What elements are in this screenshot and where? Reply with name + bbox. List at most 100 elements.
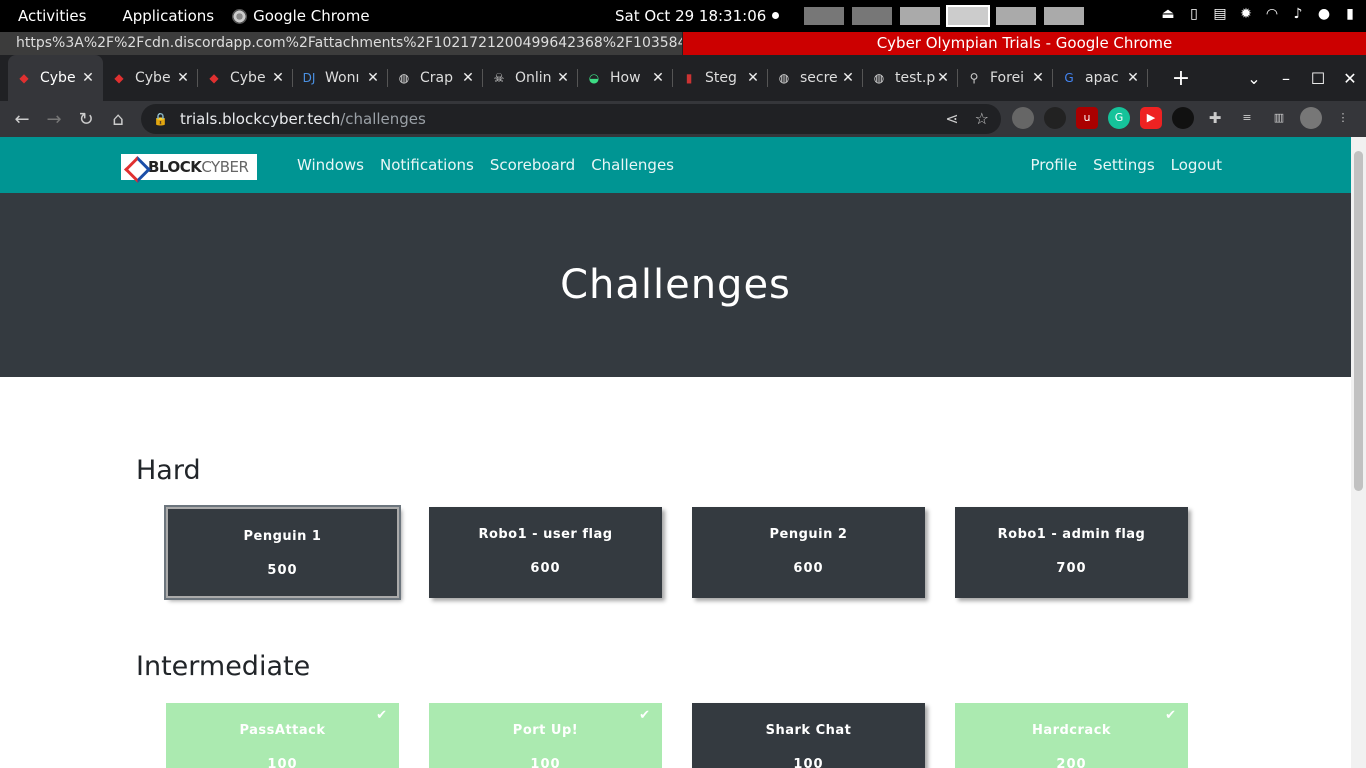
challenge-grid-hard: Penguin 1 500 Robo1 - user flag 600 Penguin … [164,505,1188,600]
workspace-5[interactable] [996,7,1036,25]
tab-close-icon[interactable]: ✕ [651,70,665,86]
clipboard-icon[interactable]: ▯ [1186,6,1202,22]
video-extension-icon[interactable]: ▶ [1140,107,1162,129]
tab-close-icon[interactable]: ✕ [556,70,570,86]
github-extension-icon[interactable] [1172,107,1194,129]
tab-strip: ◆ Cybe ✕ ◆ Cybe ✕ ◆ Cybe ✕ DJ Wonı ✕ ◍ Crap ✕ ☠ Onlin ✕ ◒ H… [0,55,1366,101]
reload-icon[interactable]: ↻ [70,109,102,130]
challenge-name: Penguin 1 [243,529,322,544]
globe-icon: ◍ [778,71,790,85]
layout-icon[interactable]: ▤ [1212,6,1228,22]
eject-icon[interactable]: ⏏ [1160,6,1176,22]
home-icon[interactable]: ⌂ [102,109,134,130]
workspace-6[interactable] [1044,7,1084,25]
profile-avatar[interactable] [1300,107,1322,129]
side-panel-icon[interactable]: ▥ [1268,107,1290,129]
challenge-card[interactable]: Port Up! 100 ✔ [429,703,662,768]
tab-1[interactable]: ◆ Cybe ✕ [103,55,198,101]
minimize-icon[interactable]: – [1270,69,1302,88]
microphone-icon[interactable]: ● [1316,6,1332,22]
new-tab-button[interactable]: + [1166,66,1196,91]
tab-3[interactable]: DJ Wonı ✕ [293,55,388,101]
workspace-4-active[interactable] [946,5,990,27]
tab-close-icon[interactable]: ✕ [271,70,285,86]
page-scrollbar[interactable] [1351,137,1366,768]
activities-button[interactable]: Activities [0,7,104,25]
nav-windows[interactable]: Windows [289,156,372,174]
shield-extension-icon[interactable] [1012,107,1034,129]
tab-close-icon[interactable]: ✕ [81,70,95,86]
workspace-1[interactable] [804,7,844,25]
nav-challenges[interactable]: Challenges [583,156,682,174]
tab-9[interactable]: ◍ test.p ✕ [863,55,958,101]
app-menu[interactable]: Google Chrome [232,7,388,25]
back-icon[interactable]: ← [6,109,38,130]
nav-notifications[interactable]: Notifications [372,156,482,174]
grammarly-icon[interactable]: G [1108,107,1130,129]
challenge-card[interactable]: Robo1 - admin flag 700 [955,507,1188,598]
tab-10[interactable]: ⚲ Forei ✕ [958,55,1053,101]
challenge-card[interactable]: Penguin 1 500 [164,505,401,600]
tab-title: test.p [895,70,936,86]
tab-close-icon[interactable]: ✕ [746,70,760,86]
ninja-extension-icon[interactable] [1044,107,1066,129]
tab-close-icon[interactable]: ✕ [366,70,380,86]
tab-close-icon[interactable]: ✕ [461,70,475,86]
tab-close-icon[interactable]: ✕ [1126,70,1140,86]
url-tooltip: https%3A%2F%2Fcdn.discordapp.com%2Fattac… [0,32,683,55]
tab-close-icon[interactable]: ✕ [1031,70,1045,86]
tab-2[interactable]: ◆ Cybe ✕ [198,55,293,101]
tab-0[interactable]: ◆ Cybe ✕ [8,55,103,101]
tab-search-icon[interactable]: ⌄ [1238,69,1270,88]
wifi-icon[interactable]: ◠ [1264,6,1280,22]
nav-profile[interactable]: Profile [1022,156,1085,174]
challenge-grid-intermediate: PassAttack 100 ✔ Port Up! 100 ✔ Shark Chat 100 H… [166,703,1188,768]
close-window-icon[interactable]: ✕ [1334,69,1366,88]
share-icon[interactable]: ⋖ [945,109,958,128]
clock[interactable]: Sat Oct 29 18:31:06 [615,7,766,25]
scrollbar-thumb[interactable] [1354,151,1363,491]
tab-title: Wonı [325,70,360,86]
bookmark-star-icon[interactable]: ☆ [975,109,989,128]
address-bar[interactable]: 🔒 trials.blockcyber.tech/challenges ⋖ ☆ [141,104,1001,134]
tab-title: Cybe [135,70,171,86]
extensions-puzzle-icon[interactable]: ✚ [1204,107,1226,129]
tab-6[interactable]: ◒ How ✕ [578,55,673,101]
tab-close-icon[interactable]: ✕ [936,70,950,86]
site-navbar: BLOCK CYBER Windows Notifications Scorebo… [0,137,1351,193]
menu-kebab-icon[interactable]: ⋮ [1332,107,1354,129]
notification-dot-icon [772,12,779,19]
tab-close-icon[interactable]: ✕ [841,70,855,86]
tab-title: Steg [705,70,737,86]
url-path: /challenges [340,110,426,128]
media-queue-icon[interactable]: ≡ [1236,107,1258,129]
search-icon: ⚲ [969,71,979,85]
maximize-icon[interactable]: ☐ [1302,69,1334,88]
tab-11[interactable]: Gapac ✕ [1053,55,1148,101]
workspace-2[interactable] [852,7,892,25]
challenge-card[interactable]: Hardcrack 200 ✔ [955,703,1188,768]
challenge-card[interactable]: Robo1 - user flag 600 [429,507,662,598]
challenge-card[interactable]: Penguin 2 600 [692,507,925,598]
nav-scoreboard[interactable]: Scoreboard [482,156,583,174]
tab-8[interactable]: ◍ secre ✕ [768,55,863,101]
tab-4[interactable]: ◍ Crap ✕ [388,55,483,101]
system-tray[interactable]: ⏏ ▯ ▤ ✹ ◠ ♪ ● ▮ [1160,6,1366,22]
brightness-icon[interactable]: ✹ [1238,6,1254,22]
workspace-3[interactable] [900,7,940,25]
applications-menu[interactable]: Applications [104,7,232,25]
nav-settings[interactable]: Settings [1085,156,1163,174]
lock-icon[interactable]: 🔒 [153,112,168,126]
blockcyber-logo[interactable]: BLOCK CYBER [121,154,257,180]
tab-5[interactable]: ☠ Onlin ✕ [483,55,578,101]
challenge-card[interactable]: Shark Chat 100 [692,703,925,768]
nav-logout[interactable]: Logout [1163,156,1230,174]
challenge-card[interactable]: PassAttack 100 ✔ [166,703,399,768]
volume-icon[interactable]: ♪ [1290,6,1306,22]
tab-close-icon[interactable]: ✕ [176,70,190,86]
forward-icon[interactable]: → [38,109,70,130]
battery-icon[interactable]: ▮ [1342,6,1358,22]
tab-7[interactable]: ▮ Steg ✕ [673,55,768,101]
tab-title: Forei [990,70,1025,86]
ublock-icon[interactable]: u [1076,107,1098,129]
